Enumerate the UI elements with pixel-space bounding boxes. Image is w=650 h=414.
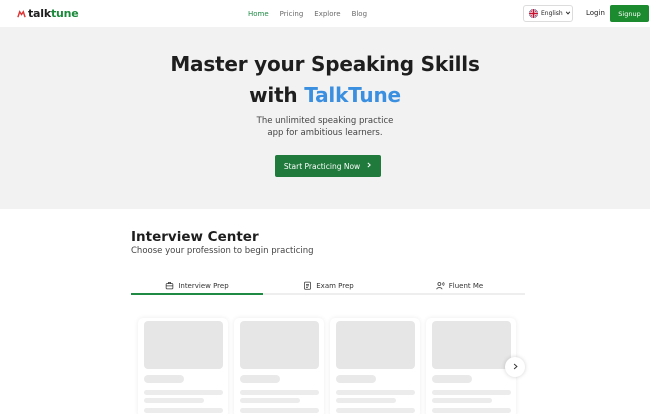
active-tab-indicator (131, 293, 263, 295)
briefcase-icon (165, 281, 174, 290)
profession-card-skeleton[interactable] (426, 318, 516, 414)
talktune-logo[interactable]: talktune (17, 7, 79, 21)
card-text-placeholder (144, 398, 204, 403)
logo-icon (17, 9, 26, 17)
tab-label: Fluent Me (448, 281, 484, 290)
tab-label: Exam Prep (316, 281, 354, 290)
nav-pricing-link[interactable]: Pricing (280, 9, 304, 19)
card-tag-placeholder (240, 375, 280, 383)
language-label: English (541, 10, 563, 17)
profession-card-skeleton[interactable] (234, 318, 324, 414)
uk-flag-icon (529, 9, 538, 18)
card-tag-placeholder (432, 375, 472, 383)
tab-fluent-me[interactable]: Fluent Me (394, 278, 525, 293)
card-text-placeholder (144, 408, 223, 413)
card-text-placeholder (144, 390, 223, 395)
hero-subtitle-line1: The unlimited speaking practice (256, 116, 394, 126)
nav-home-link[interactable]: Home (248, 9, 269, 19)
card-text-placeholder (336, 408, 415, 413)
chevron-right-icon (366, 162, 372, 170)
start-practicing-button[interactable]: Start Practicing Now (275, 155, 381, 177)
logo-text: talktune (28, 7, 79, 20)
card-image-placeholder (240, 321, 319, 369)
hero-brand-name: TalkTune (304, 83, 401, 107)
signup-button[interactable]: Signup (610, 5, 649, 22)
tab-exam-prep[interactable]: Exam Prep (263, 278, 394, 293)
profession-card-skeleton[interactable] (138, 318, 228, 414)
card-image-placeholder (432, 321, 511, 369)
card-text-placeholder (432, 408, 511, 413)
card-text-placeholder (432, 398, 492, 403)
nav-blog-link[interactable]: Blog (352, 9, 367, 19)
tab-interview-prep[interactable]: Interview Prep (131, 278, 263, 293)
chevron-right-icon (512, 363, 519, 372)
top-navbar: talktune Home Pricing Explore Blog Engli… (0, 0, 650, 27)
carousel-next-button[interactable] (505, 357, 525, 377)
nav-explore-link[interactable]: Explore (314, 9, 340, 19)
card-tag-placeholder (336, 375, 376, 383)
hero-title-line1: Master your Speaking Skills (170, 52, 480, 76)
main-nav: Home Pricing Explore Blog (248, 9, 378, 19)
card-tag-placeholder (144, 375, 184, 383)
section-title: Interview Center (131, 229, 259, 245)
card-image-placeholder (144, 321, 223, 369)
hero-section: Master your Speaking Skills with TalkTun… (0, 27, 650, 209)
card-text-placeholder (240, 390, 319, 395)
card-text-placeholder (336, 390, 415, 395)
chevron-down-icon (565, 10, 571, 18)
card-text-placeholder (240, 408, 319, 413)
section-subtitle: Choose your profession to begin practici… (131, 246, 314, 256)
clipboard-icon (303, 281, 312, 290)
hero-title-line2: with TalkTune (249, 83, 401, 107)
category-tabs: Interview Prep Exam Prep Fluent Me (131, 278, 525, 295)
card-text-placeholder (432, 390, 511, 395)
card-image-placeholder (336, 321, 415, 369)
login-link[interactable]: Login (586, 8, 605, 18)
card-text-placeholder (240, 398, 300, 403)
profession-card-skeleton[interactable] (330, 318, 420, 414)
language-selector[interactable]: English (523, 5, 573, 22)
hero-subtitle-line2: app for ambitious learners. (267, 128, 383, 138)
cta-label: Start Practicing Now (283, 161, 361, 171)
tab-label: Interview Prep (178, 281, 229, 290)
speaking-person-icon (436, 281, 445, 290)
card-text-placeholder (336, 398, 396, 403)
